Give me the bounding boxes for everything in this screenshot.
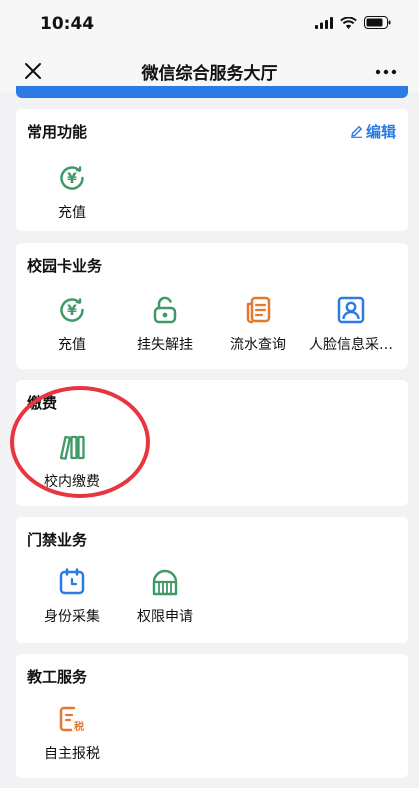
section-title: 门禁业务 [27,531,88,549]
campus-item-face-info[interactable]: 人脸信息采… [302,295,400,354]
campus-item-transactions[interactable]: 流水查询 [209,295,307,354]
status-time: 10:44 [40,14,95,34]
svg-text:¥: ¥ [67,303,77,319]
item-label: 自主报税 [44,746,100,762]
yuan-icon: ¥ [60,298,84,322]
item-label: 挂失解挂 [137,337,193,353]
highlight-circle-annotation [10,386,150,498]
campus-item-recharge[interactable]: ¥ 充值 [23,295,121,354]
tax-badge: 税 [74,720,84,733]
item-label: 人脸信息采… [309,337,393,353]
item-label: 充值 [58,337,86,353]
section-title: 校园卡业务 [27,257,103,275]
common-item-recharge[interactable]: ¥ 充值 [23,163,121,222]
access-item-identity[interactable]: 身份采集 [23,567,121,626]
pencil-icon [350,126,362,138]
document-icon [246,296,271,324]
item-label: 身份采集 [44,609,100,625]
section-title: 教工服务 [27,668,88,686]
item-label: 权限申请 [137,609,193,625]
edit-label: 编辑 [365,123,396,141]
more-icon [375,69,397,75]
svg-text:¥: ¥ [67,171,77,187]
campus-item-report-loss[interactable]: 挂失解挂 [116,295,214,354]
section-access-control: 门禁业务 身份采集 权限申请 [16,517,408,643]
clock-card-icon [59,568,85,595]
status-icons [315,16,391,29]
person-card-icon [337,296,365,324]
yuan-icon: ¥ [60,166,84,190]
tax-icon: 税 [59,706,84,733]
battery-icon [364,16,391,29]
section-common-functions: 常用功能 编辑 ¥ 充值 [16,109,408,231]
staff-item-tax[interactable]: 税 自主报税 [23,704,121,763]
section-staff-service: 教工服务 税 自主报税 [16,654,408,778]
section-title: 常用功能 [27,123,88,141]
more-button[interactable] [373,58,399,84]
banner-bar [16,86,408,98]
status-bar: 10:44 [0,0,419,48]
section-campus-card: 校园卡业务 ¥ 充值 挂失解挂 流水查询 人脸信息采… [16,243,408,369]
item-label: 流水查询 [230,337,286,353]
page-title: 微信综合服务大厅 [141,64,278,84]
item-label: 充值 [58,205,86,221]
unlock-icon [153,296,177,324]
access-item-permission[interactable]: 权限申请 [116,567,214,626]
gate-icon [152,569,178,596]
edit-button[interactable]: 编辑 [350,121,396,142]
signal-icon [315,16,333,29]
wifi-icon [340,16,357,29]
